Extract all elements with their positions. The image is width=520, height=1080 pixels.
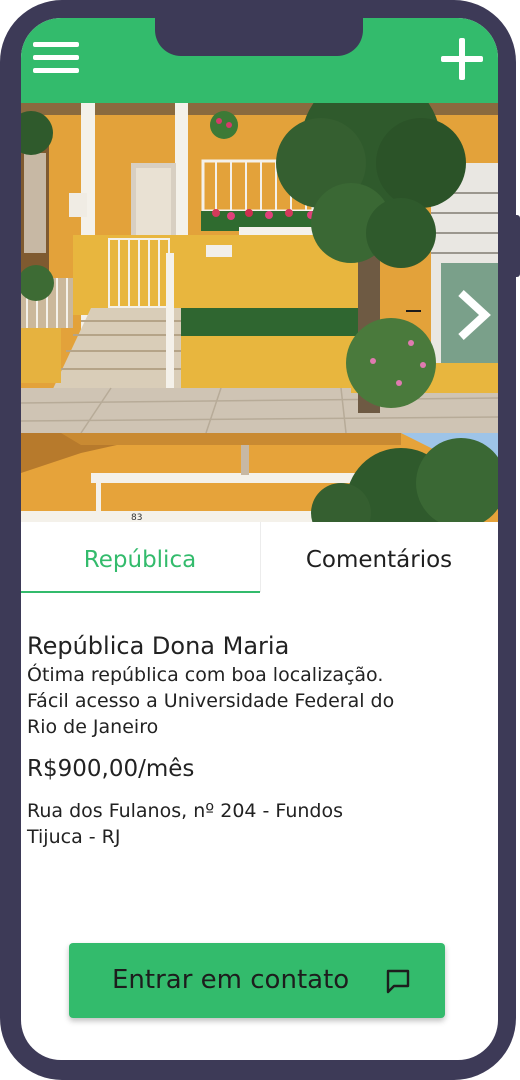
listing-title: República Dona Maria <box>27 632 290 660</box>
listing-details: República Dona Maria Ótima república com… <box>27 630 467 850</box>
photo-gallery[interactable]: 83 <box>21 103 498 522</box>
active-tab-indicator <box>21 591 260 593</box>
hamburger-menu-icon[interactable] <box>33 42 79 74</box>
contact-button-label: Entrar em contato <box>112 965 350 995</box>
phone-side-button <box>514 215 520 277</box>
thumb-house-number: 83 <box>131 513 142 522</box>
house-photo-main <box>21 103 498 433</box>
listing-description-line-1: Ótima república com boa localização. <box>27 664 384 686</box>
listing-address-line-1: Rua dos Fulanos, nº 204 - Fundos <box>27 800 343 822</box>
message-bubble-icon <box>386 969 410 994</box>
plus-icon[interactable] <box>441 38 483 80</box>
contact-button[interactable]: Entrar em contato <box>69 943 445 1018</box>
tab-bar: República Comentários <box>21 522 498 593</box>
tab-comentarios[interactable]: Comentários <box>260 522 498 592</box>
app-screen: 83 República Comentários República Dona … <box>21 18 498 1060</box>
phone-notch <box>155 18 363 56</box>
listing-price: R$900,00/mês <box>27 756 195 782</box>
listing-description-line-3: Rio de Janeiro <box>27 716 159 738</box>
listing-description-line-2: Fácil acesso a Universidade Federal do <box>27 690 395 712</box>
house-photo-thumbnail[interactable]: 83 <box>21 433 498 522</box>
chevron-right-icon[interactable] <box>453 289 493 341</box>
listing-address-line-2: Tijuca - RJ <box>27 826 121 848</box>
tab-republica[interactable]: República <box>21 522 259 592</box>
